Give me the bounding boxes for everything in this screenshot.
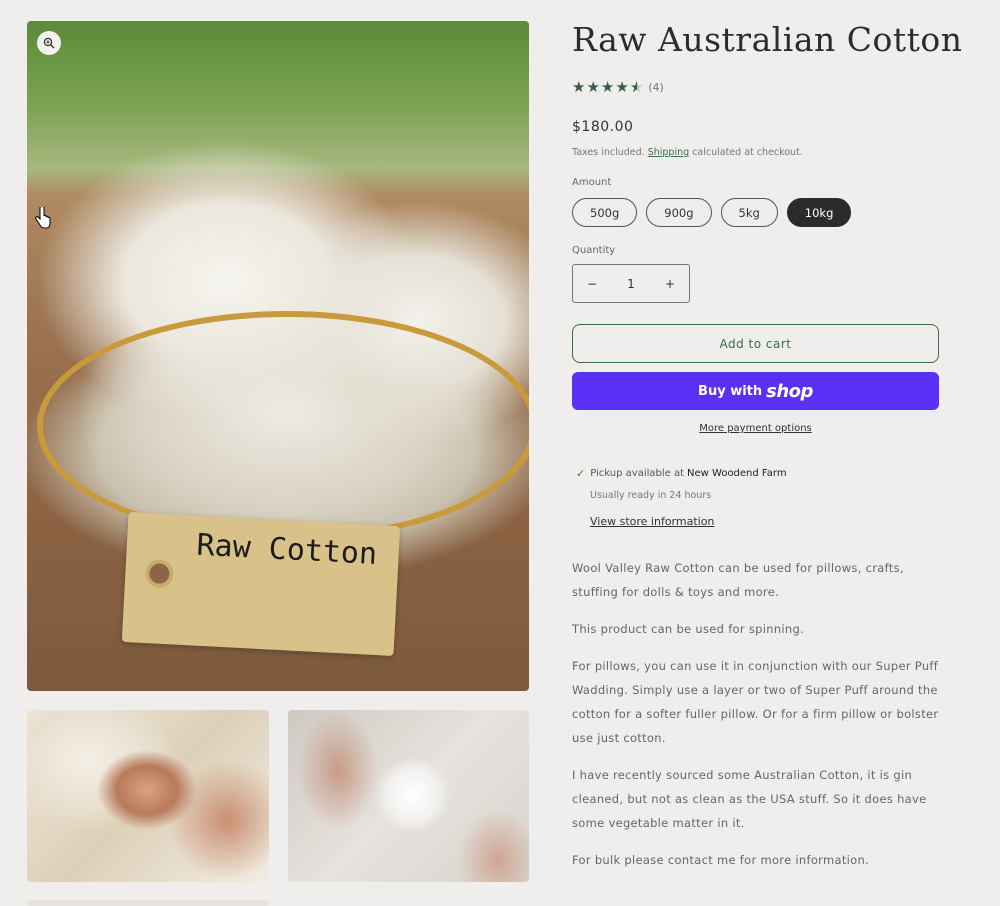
- pickup-location: New Woodend Farm: [687, 468, 787, 479]
- product-price: $180.00: [572, 119, 634, 135]
- pickup-ready-time: Usually ready in 24 hours: [590, 490, 712, 501]
- quantity-increase-button[interactable]: +: [663, 277, 677, 291]
- description-paragraph: For bulk please contact me for more info…: [572, 853, 870, 867]
- product-main-image[interactable]: Raw Cotton: [27, 21, 529, 691]
- tax-suffix: calculated at checkout.: [692, 147, 803, 158]
- product-thumbnail-hands-cotton[interactable]: [27, 710, 269, 882]
- variant-option-500g[interactable]: 500g: [572, 198, 638, 227]
- quantity-label: Quantity: [572, 245, 616, 256]
- zoom-button[interactable]: [37, 31, 61, 55]
- tag-handwriting: Raw Cotton: [195, 527, 378, 573]
- product-title: Raw Australian Cotton: [572, 20, 963, 59]
- cursor-icon: [35, 207, 51, 229]
- product-thumbnail-3[interactable]: [27, 900, 269, 906]
- description-paragraph: For pillows, you can use it in conjuncti…: [572, 659, 939, 745]
- add-to-cart-button[interactable]: Add to cart: [572, 324, 939, 363]
- product-thumbnail-cotton-boll[interactable]: [288, 710, 529, 882]
- plate-rim: [37, 311, 529, 541]
- description-paragraph: I have recently sourced some Australian …: [572, 768, 927, 830]
- checkmark-icon: ✓: [576, 467, 586, 480]
- star-icon: ★: [600, 78, 615, 96]
- star-icon: ★: [586, 78, 600, 96]
- tax-note: Taxes included. Shipping calculated at c…: [572, 147, 803, 158]
- product-image-tag: Raw Cotton: [121, 511, 401, 657]
- rating-count: (4): [648, 80, 664, 94]
- quantity-decrease-button[interactable]: −: [585, 277, 599, 291]
- variant-option-900g[interactable]: 900g: [646, 198, 712, 227]
- star-icon: ★: [615, 78, 629, 96]
- description-paragraph: This product can be used for spinning.: [572, 622, 805, 636]
- variant-option-10kg[interactable]: 10kg: [786, 198, 852, 227]
- description-paragraph: Wool Valley Raw Cotton can be used for p…: [572, 561, 904, 599]
- more-payment-options-link[interactable]: More payment options: [572, 423, 939, 434]
- variant-option-5kg[interactable]: 5kg: [720, 198, 778, 227]
- buy-with-shop-button[interactable]: Buy with shop: [572, 372, 939, 410]
- shop-logo: shop: [766, 380, 813, 402]
- tag-hole: [144, 558, 175, 589]
- star-half-icon: ★: [629, 78, 644, 96]
- tax-prefix: Taxes included.: [572, 147, 645, 158]
- shipping-link[interactable]: Shipping: [648, 147, 689, 158]
- view-store-information-link[interactable]: View store information: [590, 515, 714, 528]
- zoom-icon: [43, 37, 55, 49]
- variant-label: Amount: [572, 177, 612, 188]
- pickup-text: Pickup available at: [590, 468, 685, 479]
- quantity-stepper: − 1 +: [572, 264, 690, 303]
- product-rating[interactable]: ★ ★ ★ ★ ★ (4): [572, 78, 664, 96]
- buy-with-label: Buy with: [698, 383, 763, 399]
- variant-options: 500g 900g 5kg 10kg: [572, 198, 852, 227]
- star-icon: ★: [572, 78, 586, 96]
- pickup-availability: ✓ Pickup available at New Woodend Farm: [576, 467, 787, 480]
- product-description: Wool Valley Raw Cotton can be used for p…: [572, 556, 939, 885]
- quantity-input[interactable]: 1: [624, 277, 638, 291]
